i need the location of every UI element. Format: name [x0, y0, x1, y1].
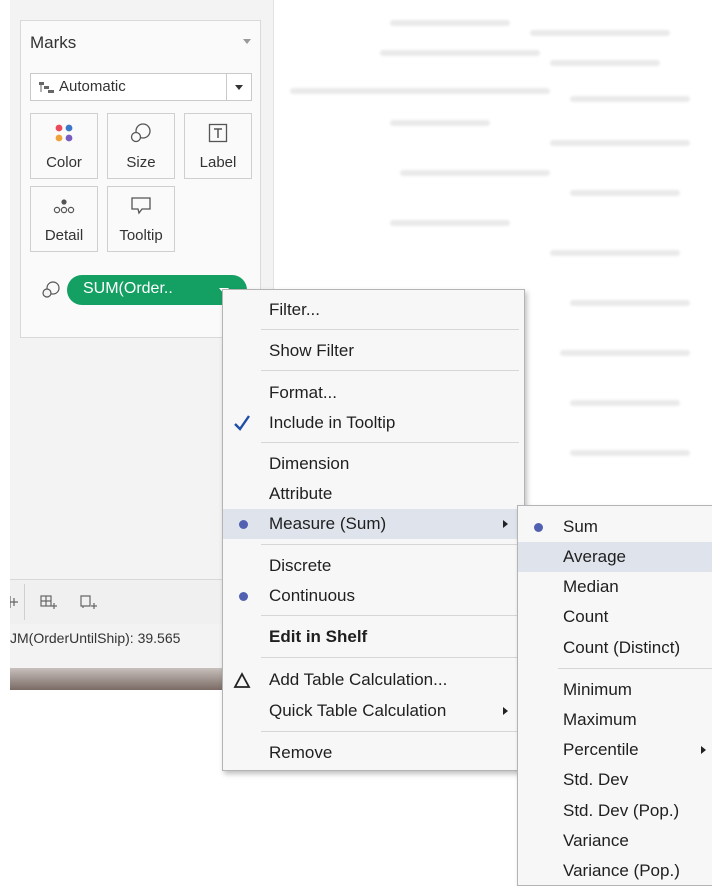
submenu-arrow-icon	[503, 707, 508, 715]
submenu-item-variance[interactable]: Variance	[518, 826, 712, 856]
chevron-down-icon[interactable]	[226, 74, 251, 100]
menu-separator	[261, 329, 519, 330]
marks-menu-caret-icon[interactable]	[243, 39, 251, 44]
menu-item-remove[interactable]: Remove	[223, 738, 524, 768]
menu-item-label: Continuous	[269, 586, 356, 605]
menu-separator	[261, 442, 519, 443]
size-icon	[42, 281, 60, 298]
menu-item-label: Edit in Shelf	[269, 627, 368, 646]
menu-item-label: Average	[563, 547, 627, 566]
detail-icon	[53, 199, 75, 214]
submenu-item-median[interactable]: Median	[518, 572, 712, 602]
pill-label: SUM(Order..	[83, 280, 173, 297]
size-button[interactable]: Size	[107, 113, 175, 179]
color-label: Color	[46, 154, 82, 171]
radio-dot-icon	[233, 586, 253, 606]
submenu-arrow-icon	[701, 746, 706, 754]
tooltip-label: Tooltip	[119, 227, 163, 244]
menu-separator	[261, 615, 519, 616]
detail-button[interactable]: Detail	[30, 186, 98, 252]
new-story-icon[interactable]	[80, 594, 98, 610]
submenu-item-std-dev-pop[interactable]: Std. Dev (Pop.)	[518, 796, 712, 826]
size-icon	[130, 123, 151, 143]
toolbar-separator	[24, 584, 25, 620]
menu-item-label: Std. Dev (Pop.)	[563, 801, 680, 820]
submenu-item-minimum[interactable]: Minimum	[518, 675, 712, 705]
submenu-item-maximum[interactable]: Maximum	[518, 705, 712, 735]
color-dots-icon	[55, 124, 73, 142]
marks-title: Marks	[30, 33, 77, 52]
menu-separator	[558, 668, 712, 669]
menu-item-label: Format...	[269, 383, 338, 402]
menu-item-filter[interactable]: Filter...	[223, 295, 524, 325]
menu-item-label: Count	[563, 607, 609, 626]
menu-item-label: Count (Distinct)	[563, 638, 681, 657]
submenu-item-variance-pop[interactable]: Variance (Pop.)	[518, 856, 712, 886]
tooltip-icon	[131, 197, 151, 215]
menu-item-format[interactable]: Format...	[223, 378, 524, 408]
size-label: Size	[126, 154, 156, 171]
menu-item-label: Remove	[269, 743, 333, 762]
menu-item-label: Measure (Sum)	[269, 514, 387, 533]
detail-label: Detail	[44, 227, 84, 244]
menu-item-measure-sum[interactable]: Measure (Sum)	[223, 509, 524, 539]
menu-item-edit-in-shelf[interactable]: Edit in Shelf	[223, 622, 524, 652]
menu-item-quick-table-calculation[interactable]: Quick Table Calculation	[223, 696, 524, 726]
new-dashboard-icon[interactable]	[40, 594, 58, 610]
delta-icon	[233, 672, 251, 688]
menu-item-continuous[interactable]: Continuous	[223, 581, 524, 611]
label-label: Label	[199, 154, 237, 171]
menu-item-label: Show Filter	[269, 341, 355, 360]
menu-separator	[261, 370, 519, 371]
mark-type-icon	[39, 82, 54, 93]
menu-item-dimension[interactable]: Dimension	[223, 449, 524, 479]
menu-item-attribute[interactable]: Attribute	[223, 479, 524, 509]
status-bar-text: JM(OrderUntilShip): 39.565	[10, 630, 181, 646]
measure-pill[interactable]: SUM(Order..	[67, 275, 247, 305]
submenu-item-percentile[interactable]: Percentile	[518, 735, 712, 765]
menu-item-label: Variance	[563, 831, 629, 850]
menu-item-label: Std. Dev	[563, 770, 629, 789]
label-icon	[208, 123, 228, 143]
menu-item-label: Attribute	[269, 484, 333, 503]
submenu-item-average[interactable]: Average	[518, 542, 712, 572]
submenu-item-count-distinct[interactable]: Count (Distinct)	[518, 633, 712, 663]
submenu-arrow-icon	[503, 520, 508, 528]
menu-item-label: Quick Table Calculation	[269, 701, 447, 720]
menu-separator	[261, 731, 519, 732]
submenu-item-sum[interactable]: Sum	[518, 512, 712, 542]
menu-item-label: Include in Tooltip	[269, 413, 396, 432]
menu-item-show-filter[interactable]: Show Filter	[223, 336, 524, 366]
submenu-item-count[interactable]: Count	[518, 602, 712, 632]
menu-separator	[261, 657, 519, 658]
color-button[interactable]: Color	[30, 113, 98, 179]
context-menu: Filter... Show Filter Format... Include …	[222, 289, 525, 771]
menu-item-label: Minimum	[563, 680, 632, 699]
menu-item-add-table-calculation[interactable]: Add Table Calculation...	[223, 665, 524, 695]
mark-type-dropdown[interactable]: Automatic	[30, 73, 252, 101]
menu-item-label: Dimension	[269, 454, 350, 473]
menu-item-label: Variance (Pop.)	[563, 861, 680, 880]
radio-dot-icon	[233, 514, 253, 534]
menu-item-label: Percentile	[563, 740, 639, 759]
menu-separator	[261, 544, 519, 545]
menu-item-include-in-tooltip[interactable]: Include in Tooltip	[223, 408, 524, 438]
mark-type-label: Automatic	[59, 78, 126, 95]
menu-item-discrete[interactable]: Discrete	[223, 551, 524, 581]
menu-item-label: Maximum	[563, 710, 637, 729]
tooltip-button[interactable]: Tooltip	[107, 186, 175, 252]
menu-item-label: Median	[563, 577, 619, 596]
menu-item-label: Filter...	[269, 300, 321, 319]
checkmark-icon	[234, 415, 250, 431]
measure-submenu: Sum Average Median Count Count (Distinct…	[517, 505, 712, 886]
add-sheet-icon[interactable]	[10, 594, 20, 610]
label-button[interactable]: Label	[184, 113, 252, 179]
radio-dot-icon	[528, 517, 548, 537]
menu-item-label: Discrete	[269, 556, 332, 575]
menu-item-label: Add Table Calculation...	[269, 670, 448, 689]
submenu-item-std-dev[interactable]: Std. Dev	[518, 765, 712, 795]
menu-item-label: Sum	[563, 517, 598, 536]
